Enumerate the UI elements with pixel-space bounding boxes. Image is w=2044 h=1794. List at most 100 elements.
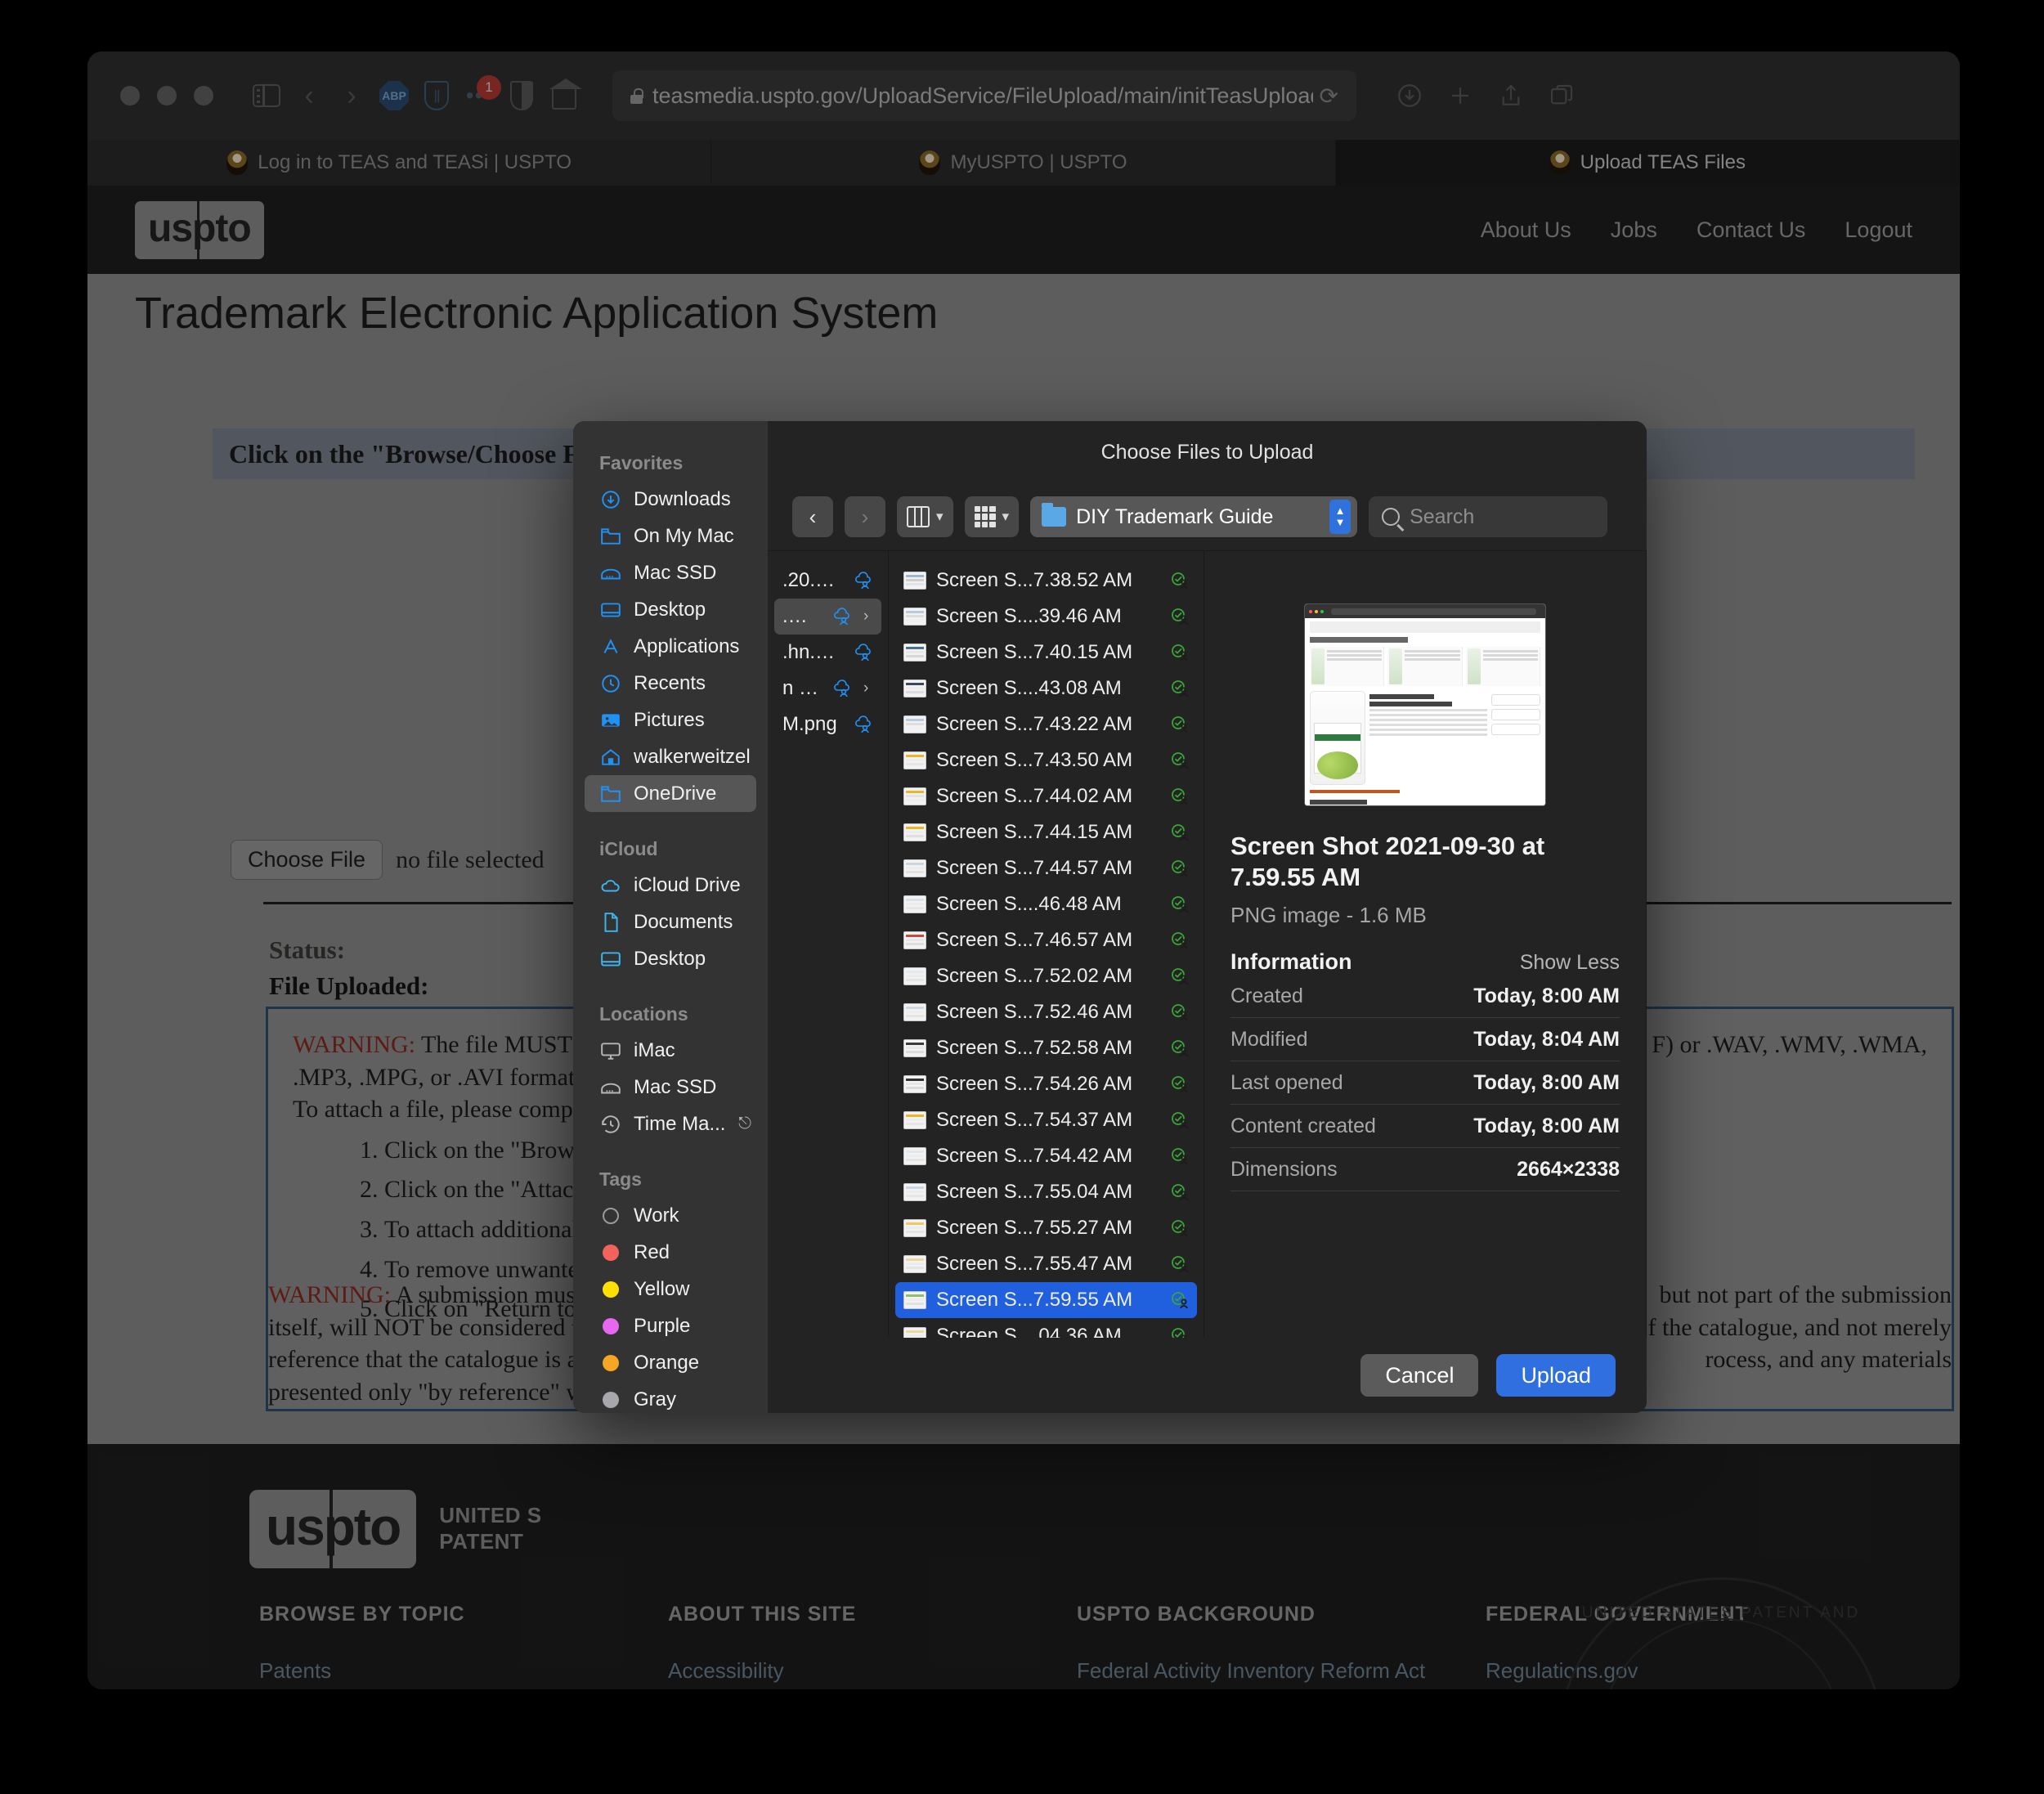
sidebar-item-icloud-desktop[interactable]: Desktop [585,940,756,977]
list-item[interactable]: M.png [774,706,881,742]
new-tab-icon[interactable] [1441,77,1479,114]
address-bar[interactable]: teasmedia.uspto.gov/UploadService/FileUp… [612,70,1356,121]
list-item[interactable]: Screen S....39.46 AM [895,599,1197,635]
sidebar-item-icloud-drive[interactable]: iCloud Drive [585,867,756,904]
privacy-report-icon[interactable] [504,78,539,113]
list-item[interactable]: Screen S...7.44.57 AM [895,850,1197,886]
list-item[interactable]: Screen S...7.52.46 AM [895,994,1197,1030]
list-item[interactable]: Screen S...7.44.15 AM [895,814,1197,850]
footer-link[interactable]: Patents [259,1657,668,1684]
list-item[interactable]: Screen S...7.52.02 AM [895,958,1197,994]
eject-icon[interactable]: ⎋ [738,1115,751,1133]
sidebar-item-label: Gray [634,1388,677,1411]
shield-pause-icon[interactable]: || [419,78,454,113]
file-column-2[interactable]: Screen S...7.38.52 AM Screen S....39.46 A… [889,551,1204,1338]
tab-2[interactable]: Upload TEAS Files [1335,140,1960,186]
share-icon[interactable] [1492,77,1530,114]
list-item[interactable]: Screen S...7.59.55 AM [895,1282,1197,1318]
dialog-title: Choose Files to Upload [1100,440,1314,464]
list-item[interactable]: n List › [774,671,881,706]
show-less-toggle[interactable]: Show Less [1520,951,1620,975]
back-icon[interactable]: ‹ [292,78,326,113]
dialog-back-button[interactable]: ‹ [792,496,833,537]
footer-link[interactable]: Accessibility [668,1657,1077,1684]
list-item[interactable]: Screen S...7.55.47 AM [895,1246,1197,1282]
list-item[interactable]: Screen S...7.43.50 AM [895,742,1197,778]
list-item[interactable]: Screen S...7.55.04 AM [895,1174,1197,1210]
list-item[interactable]: Screen S...7.38.52 AM [895,563,1197,599]
adblock-plus-icon[interactable]: ABP [377,78,411,113]
sidebar-item-on-my-mac[interactable]: On My Mac [585,518,756,554]
minimize-window-button[interactable] [157,86,177,105]
choose-files-dialog: Favorites Downloads On My Mac Mac SSD De… [573,421,1647,1413]
upload-button[interactable]: Upload [1496,1354,1616,1397]
downloads-icon[interactable] [1391,77,1428,114]
file-thumbnail-icon [903,1003,926,1021]
dialog-forward-button[interactable]: › [845,496,885,537]
sidebar-item-mac-ssd[interactable]: Mac SSD [585,554,756,591]
sidebar-item-time-machine[interactable]: Time Ma... ⎋ [585,1106,756,1142]
nav-contact-us[interactable]: Contact Us [1697,218,1806,243]
file-column-1[interactable]: .20.csv .Guide › .hn.csv [768,551,889,1338]
group-by-button[interactable]: ▾ [964,496,1020,537]
tab-0[interactable]: Log in to TEAS and TEASi | USPTO [87,140,712,186]
sidebar-item-downloads[interactable]: Downloads [585,481,756,518]
list-item[interactable]: Screen S...7.54.42 AM [895,1138,1197,1174]
sidebar-item-pictures[interactable]: Pictures [585,702,756,738]
sidebar-tag-work[interactable]: Work [585,1197,756,1234]
tab-overview-icon[interactable] [1543,77,1580,114]
sidebar-item-applications[interactable]: Applications [585,628,756,665]
footer-link[interactable]: Federal Activity Inventory Reform Act (F… [1077,1657,1486,1689]
view-columns-button[interactable]: ▾ [897,496,953,537]
uspto-logo[interactable]: uspto [135,200,264,259]
sidebar-tag-purple[interactable]: Purple [585,1307,756,1344]
list-item[interactable]: Screen S...7.52.58 AM [895,1030,1197,1066]
seal-top-text: UNITED STATES PATENT AND [1581,1604,1861,1621]
sidebar-item-mac-ssd-location[interactable]: Mac SSD [585,1069,756,1106]
sidebar-toggle-icon[interactable] [249,78,284,113]
extensions-overflow-icon[interactable]: ••• 1 [462,75,501,113]
sidebar-item-walkerweitzel[interactable]: walkerweitzel [585,738,756,775]
file-thumbnail-icon [903,572,926,590]
maximize-window-button[interactable] [194,86,213,105]
sidebar-tag-gray[interactable]: Gray [585,1381,756,1413]
footer-uspto-logo: uspto [249,1490,417,1568]
file-name: .Guide [782,605,823,627]
search-input[interactable]: Search [1369,496,1608,537]
list-item[interactable]: Screen S....04.36 AM [895,1318,1197,1338]
sidebar-item-imac[interactable]: iMac [585,1032,756,1069]
tab-label: Log in to TEAS and TEASi | USPTO [258,151,572,173]
forward-icon[interactable]: › [334,78,369,113]
list-item[interactable]: Screen S...7.43.22 AM [895,706,1197,742]
nav-jobs[interactable]: Jobs [1611,218,1657,243]
sidebar-tag-red[interactable]: Red [585,1234,756,1271]
sidebar-tag-orange[interactable]: Orange [585,1344,756,1381]
list-item[interactable]: .hn.csv [774,635,881,671]
list-item[interactable]: .Guide › [774,599,881,635]
home-icon[interactable] [547,78,582,113]
list-item[interactable]: Screen S...7.40.15 AM [895,635,1197,671]
instruction-text: Click on the "Browse/Choose F [229,438,579,469]
path-popup-button[interactable]: DIY Trademark Guide ▲ ▼ [1030,496,1358,537]
sidebar-item-recents[interactable]: Recents [585,665,756,702]
sidebar-item-documents[interactable]: Documents [585,904,756,940]
reload-icon[interactable]: ⟳ [1320,83,1338,110]
choose-file-button[interactable]: Choose File [231,840,383,880]
nav-about-us[interactable]: About Us [1481,218,1571,243]
list-item[interactable]: Screen S...7.54.37 AM [895,1102,1197,1138]
list-item[interactable]: Screen S....43.08 AM [895,671,1197,706]
list-item[interactable]: Screen S...7.44.02 AM [895,778,1197,814]
nav-logout[interactable]: Logout [1845,218,1912,243]
sidebar-item-onedrive[interactable]: OneDrive [585,775,756,812]
list-item[interactable]: .20.csv [774,563,881,599]
tab-1[interactable]: MyUSPTO | USPTO [711,140,1336,186]
list-item[interactable]: Screen S...7.54.26 AM [895,1066,1197,1102]
close-window-button[interactable] [120,86,140,105]
sidebar-item-desktop[interactable]: Desktop [585,591,756,628]
sidebar-tag-yellow[interactable]: Yellow [585,1271,756,1307]
list-item[interactable]: Screen S....46.48 AM [895,886,1197,922]
list-item[interactable]: Screen S...7.46.57 AM [895,922,1197,958]
list-item[interactable]: Screen S...7.55.27 AM [895,1210,1197,1246]
path-stepper-icon[interactable]: ▲ ▼ [1329,500,1351,534]
cancel-button[interactable]: Cancel [1360,1354,1479,1397]
